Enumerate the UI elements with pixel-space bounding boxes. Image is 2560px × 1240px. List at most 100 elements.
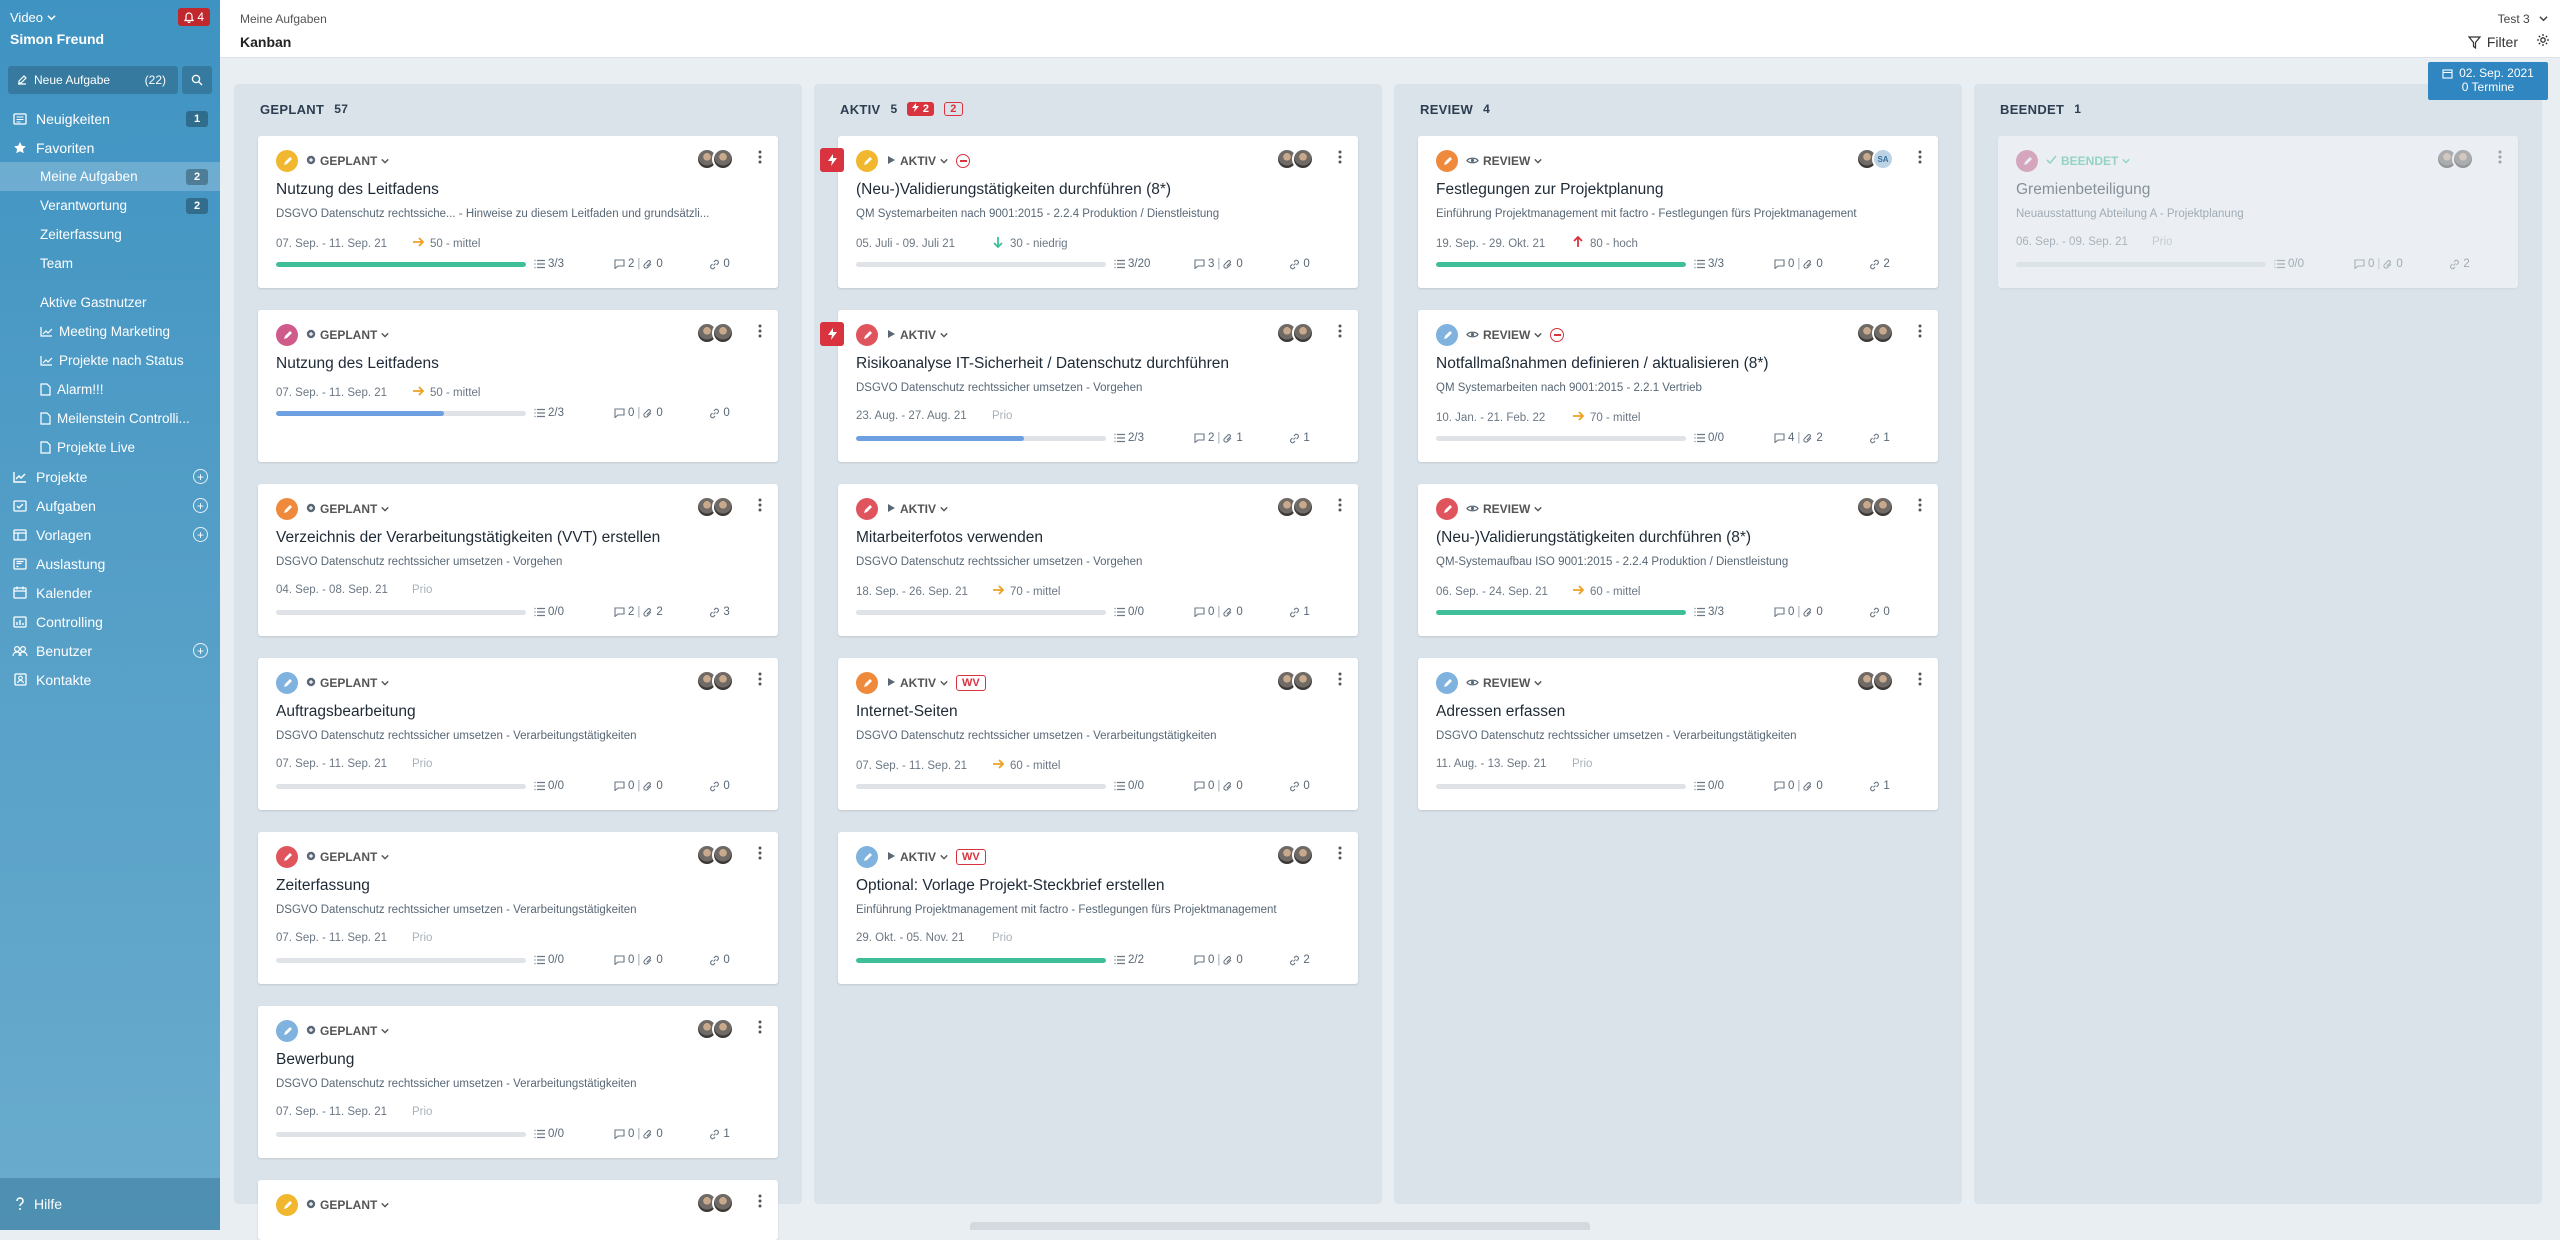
links-count[interactable]: 1 xyxy=(709,1128,730,1140)
status-dropdown[interactable]: AKTIV xyxy=(886,502,948,516)
attachments-count[interactable]: 1 xyxy=(1223,432,1289,444)
attachments-count[interactable]: 0 xyxy=(2383,258,2449,270)
priority[interactable]: 70 - mittel xyxy=(992,584,1061,599)
task-project-path[interactable]: DSGVO Datenschutz rechtssicher umsetzen … xyxy=(276,1078,637,1090)
sidebar-item-meine-aufgaben[interactable]: Meine Aufgaben 2 xyxy=(0,162,220,191)
status-dropdown[interactable]: AKTIV xyxy=(886,676,948,690)
task-project-path[interactable]: Einführung Projektmanagement mit factro … xyxy=(1436,208,1857,220)
task-card[interactable]: AKTIV WV Optional: Vorlage Projekt-Steckbr… xyxy=(838,832,1358,984)
task-project-path[interactable]: DSGVO Datenschutz rechtssicher umsetzen … xyxy=(856,382,1142,394)
status-dropdown[interactable]: REVIEW xyxy=(1466,676,1543,690)
card-menu-button[interactable] xyxy=(1918,672,1922,691)
assignee-avatars[interactable] xyxy=(1856,670,1894,692)
task-type-icon[interactable] xyxy=(276,846,298,868)
sidebar-item-benutzer[interactable]: Benutzer + xyxy=(0,636,220,665)
notification-badge[interactable]: 4 xyxy=(178,8,210,26)
status-dropdown[interactable]: BEENDET xyxy=(2046,154,2131,168)
attachments-count[interactable]: 0 xyxy=(643,954,709,966)
priority[interactable]: Prio xyxy=(412,584,432,596)
checklist-count[interactable]: 0/0 xyxy=(2274,258,2354,270)
comments-count[interactable]: 0 xyxy=(614,407,634,419)
task-title[interactable]: Gremienbeteiligung xyxy=(2016,181,2150,199)
checklist-count[interactable]: 0/0 xyxy=(1694,780,1774,792)
card-menu-button[interactable] xyxy=(758,498,762,517)
comments-count[interactable]: 0 xyxy=(614,1128,634,1140)
task-type-icon[interactable] xyxy=(1436,672,1458,694)
sidebar-item-projekte-nach-status[interactable]: Projekte nach Status xyxy=(0,346,220,375)
attachments-count[interactable]: 0 xyxy=(643,258,709,270)
links-count[interactable]: 0 xyxy=(1289,258,1310,270)
card-menu-button[interactable] xyxy=(1918,150,1922,169)
task-title[interactable]: Bewerbung xyxy=(276,1051,354,1069)
assignee-avatars[interactable] xyxy=(696,148,734,170)
assignee-avatars[interactable] xyxy=(1276,844,1314,866)
checklist-count[interactable]: 3/3 xyxy=(1694,258,1774,270)
sidebar-item-kalender[interactable]: Kalender xyxy=(0,578,220,607)
assignee-avatars[interactable] xyxy=(696,496,734,518)
attachments-count[interactable]: 0 xyxy=(1803,258,1869,270)
help-button[interactable]: Hilfe xyxy=(0,1178,220,1230)
status-dropdown[interactable]: GEPLANT xyxy=(306,154,390,168)
filter-button[interactable]: Filter xyxy=(2467,34,2518,50)
task-card[interactable]: GEPLANT Nutzung des Leitfadens DSGVO Daten… xyxy=(258,136,778,288)
comments-count[interactable]: 0 xyxy=(1194,606,1214,618)
task-title[interactable]: Zeiterfassung xyxy=(276,877,370,895)
task-type-icon[interactable] xyxy=(276,498,298,520)
sidebar-item-aufgaben[interactable]: Aufgaben + xyxy=(0,491,220,520)
task-project-path[interactable]: DSGVO Datenschutz rechtssicher umsetzen … xyxy=(276,730,637,742)
attachments-count[interactable]: 0 xyxy=(1803,606,1869,618)
links-count[interactable]: 2 xyxy=(1289,954,1310,966)
card-menu-button[interactable] xyxy=(1918,498,1922,517)
comments-count[interactable]: 2 xyxy=(614,606,634,618)
task-title[interactable]: Nutzung des Leitfadens xyxy=(276,355,439,373)
task-card[interactable]: GEPLANT Nutzung des Leitfadens 07. Sep. - … xyxy=(258,310,778,462)
task-title[interactable]: Notfallmaßnahmen definieren / aktualisie… xyxy=(1436,355,1769,373)
comments-count[interactable]: 0 xyxy=(614,954,634,966)
sidebar-item-auslastung[interactable]: Auslastung xyxy=(0,549,220,578)
links-count[interactable]: 1 xyxy=(1869,780,1890,792)
task-type-icon[interactable] xyxy=(1436,324,1458,346)
links-count[interactable]: 0 xyxy=(709,407,730,419)
status-dropdown[interactable]: REVIEW xyxy=(1466,328,1543,342)
priority[interactable]: 60 - mittel xyxy=(1572,584,1641,599)
comments-count[interactable]: 0 xyxy=(1194,954,1214,966)
sidebar-item-aktive-gastnutzer[interactable]: Aktive Gastnutzer xyxy=(0,288,220,317)
comments-count[interactable]: 0 xyxy=(1774,258,1794,270)
horizontal-scrollbar[interactable] xyxy=(970,1222,1590,1230)
priority[interactable]: Prio xyxy=(2152,236,2172,248)
card-menu-button[interactable] xyxy=(758,672,762,691)
comments-count[interactable]: 0 xyxy=(1774,780,1794,792)
task-type-icon[interactable] xyxy=(856,672,878,694)
task-project-path[interactable]: QM Systemarbeiten nach 9001:2015 - 2.2.1… xyxy=(1436,382,1702,394)
sidebar-item-kontakte[interactable]: Kontakte xyxy=(0,665,220,694)
task-type-icon[interactable] xyxy=(856,498,878,520)
status-dropdown[interactable]: AKTIV xyxy=(886,154,948,168)
task-card[interactable]: REVIEW Adressen erfassen DSGVO Datenschutz… xyxy=(1418,658,1938,810)
links-count[interactable]: 3 xyxy=(709,606,730,618)
task-type-icon[interactable] xyxy=(276,1020,298,1042)
status-dropdown[interactable]: GEPLANT xyxy=(306,850,390,864)
task-card[interactable]: GEPLANT Verzeichnis der Verarbeitungstäti… xyxy=(258,484,778,636)
checklist-count[interactable]: 0/0 xyxy=(1694,432,1774,444)
card-menu-button[interactable] xyxy=(758,1194,762,1213)
task-type-icon[interactable] xyxy=(2016,150,2038,172)
attachments-count[interactable]: 0 xyxy=(643,780,709,792)
task-project-path[interactable]: DSGVO Datenschutz rechtssiche... - Hinwe… xyxy=(276,208,709,220)
user-name[interactable]: Simon Freund xyxy=(10,31,210,47)
settings-button[interactable] xyxy=(2536,33,2550,52)
assignee-avatars[interactable] xyxy=(1276,670,1314,692)
links-count[interactable]: 1 xyxy=(1289,432,1310,444)
checklist-count[interactable]: 0/0 xyxy=(1114,780,1194,792)
assignee-avatars[interactable] xyxy=(696,844,734,866)
task-type-icon[interactable] xyxy=(856,150,878,172)
status-dropdown[interactable]: AKTIV xyxy=(886,328,948,342)
task-title[interactable]: Adressen erfassen xyxy=(1436,703,1565,721)
checklist-count[interactable]: 2/2 xyxy=(1114,954,1194,966)
search-button[interactable] xyxy=(182,66,212,94)
task-project-path[interactable]: DSGVO Datenschutz rechtssicher umsetzen … xyxy=(856,556,1142,568)
sidebar-item-favoriten[interactable]: Favoriten xyxy=(0,133,220,162)
card-menu-button[interactable] xyxy=(758,324,762,343)
checklist-count[interactable]: 3/20 xyxy=(1114,258,1194,270)
task-title[interactable]: (Neu-)Validierungstätigkeiten durchführe… xyxy=(856,181,1171,199)
comments-count[interactable]: 0 xyxy=(1774,606,1794,618)
